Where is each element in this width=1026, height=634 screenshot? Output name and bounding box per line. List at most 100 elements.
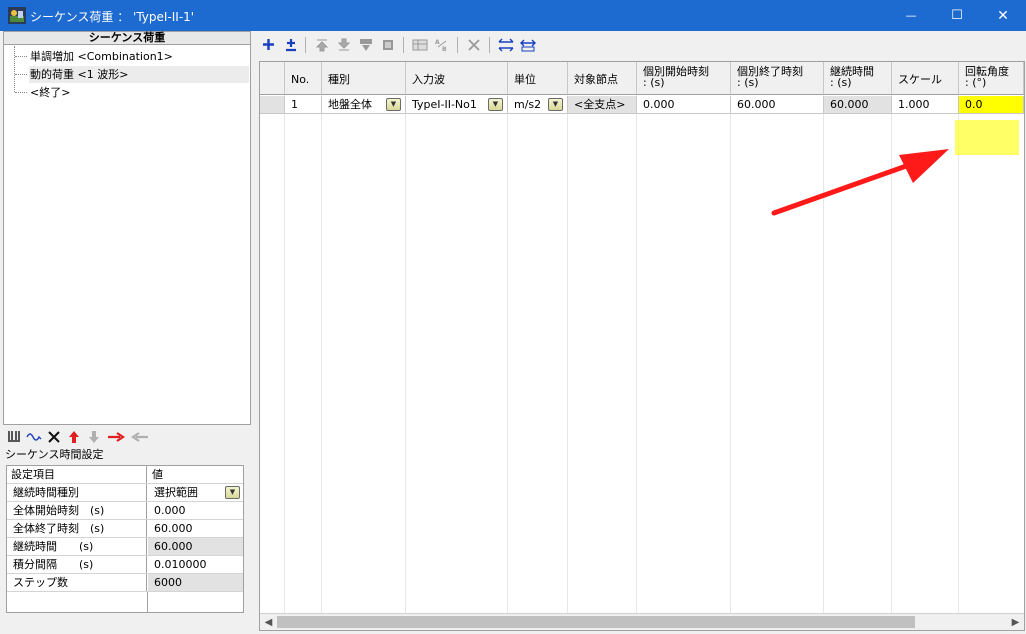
cell-type: 地盤全体	[328, 98, 372, 111]
grid-line	[636, 95, 637, 613]
table-icon[interactable]	[410, 35, 429, 54]
copy-icon[interactable]	[378, 35, 397, 54]
duration-type-select[interactable]: 選択範囲 ▼	[148, 484, 243, 501]
panel-splitter[interactable]	[252, 31, 257, 631]
col-header-end[interactable]: 個別終了時刻 : (s)	[731, 62, 824, 95]
close-button[interactable]: ✕	[980, 0, 1026, 31]
prop-key: 全体開始時刻 (s)	[7, 502, 147, 519]
grid-line	[507, 95, 508, 613]
grid-line	[321, 95, 322, 613]
window-title: シーケンス荷重 ： 'TypeI-II-1'	[30, 10, 195, 24]
sort-icon[interactable]: AB	[432, 35, 451, 54]
maximize-button[interactable]: ☐	[934, 0, 980, 31]
cell-scale[interactable]: 1.000	[892, 96, 959, 114]
tree-item-end[interactable]: <終了>	[30, 84, 70, 101]
cell-end-time[interactable]: 60.000	[731, 96, 824, 114]
scrollbar-thumb[interactable]	[277, 616, 915, 628]
annotation-arrow-icon	[771, 149, 949, 216]
col-header-scale[interactable]: スケール	[892, 62, 959, 95]
toolbar-separator	[305, 37, 306, 53]
duration-value: 60.000	[148, 538, 243, 555]
table-row: ステップ数 6000	[7, 574, 243, 592]
row-header-corner	[260, 62, 285, 95]
horizontal-scrollbar[interactable]: ◀ ▶	[260, 613, 1024, 630]
toolbar-separator	[489, 37, 490, 53]
grid-line	[567, 95, 568, 613]
cell-node[interactable]: <全支点>	[568, 96, 637, 114]
minimize-button[interactable]: —	[888, 0, 934, 31]
highlight-marker	[955, 120, 1019, 155]
insert-icon[interactable]	[281, 35, 300, 54]
grid-line	[284, 95, 285, 613]
svg-text:B: B	[442, 46, 447, 52]
delete-icon[interactable]	[464, 35, 483, 54]
cell-wave: TypeI-II-No1	[412, 98, 477, 111]
col-header-duration[interactable]: 継続時間 : (s)	[824, 62, 892, 95]
col-header-angle[interactable]: 回転角度 : (°)	[959, 62, 1024, 95]
toolbar-separator	[403, 37, 404, 53]
start-time-field[interactable]: 0.000	[148, 502, 243, 519]
table-row[interactable]: 全体終了時刻 (s) 60.000	[7, 520, 243, 538]
col-header-type[interactable]: 種別	[322, 62, 406, 95]
move-top-icon[interactable]	[312, 35, 331, 54]
scroll-right-icon[interactable]: ▶	[1007, 614, 1024, 631]
sequence-time-table: 設定項目 値 継続時間種別 選択範囲 ▼ 全体開始時刻 (s) 0.000 全体…	[6, 465, 244, 613]
move-right-icon[interactable]	[105, 428, 127, 445]
insert-down-icon[interactable]	[5, 428, 23, 445]
cell-unit: m/s2	[514, 98, 542, 111]
expand-horizontal-icon[interactable]	[496, 35, 515, 54]
sequence-tree: シーケンス荷重 単調増加 <Combination1> 動的荷重 <1 波形> …	[3, 31, 251, 425]
table-row[interactable]: 全体開始時刻 (s) 0.000	[7, 502, 243, 520]
fit-columns-icon[interactable]	[518, 35, 537, 54]
type-select[interactable]: 地盤全体 ▼	[322, 96, 406, 114]
cell-rotation-angle[interactable]: 0.0	[959, 96, 1024, 114]
dropdown-arrow-icon[interactable]: ▼	[488, 98, 503, 111]
move-bottom-icon[interactable]	[334, 35, 353, 54]
wave-icon[interactable]	[25, 428, 43, 445]
row-selector[interactable]	[260, 96, 285, 114]
dropdown-arrow-icon[interactable]: ▼	[548, 98, 563, 111]
delete-icon[interactable]	[45, 428, 63, 445]
fill-down-icon[interactable]	[356, 35, 375, 54]
tree-connector	[15, 92, 27, 93]
col-header-no[interactable]: No.	[285, 62, 322, 95]
col-header-wave[interactable]: 入力波	[406, 62, 508, 95]
maximize-icon: ☐	[951, 8, 963, 23]
header-key: 設定項目	[7, 466, 147, 483]
move-down-icon[interactable]	[85, 428, 103, 445]
unit-select[interactable]: m/s2 ▼	[508, 96, 568, 114]
tree-item-monotonic[interactable]: 単調増加 <Combination1>	[30, 48, 173, 65]
left-toolbar	[3, 428, 251, 446]
integration-interval-field[interactable]: 0.010000	[148, 556, 243, 573]
dropdown-arrow-icon[interactable]: ▼	[386, 98, 401, 111]
move-up-icon[interactable]	[65, 428, 83, 445]
col-header-node[interactable]: 対象節点	[568, 62, 637, 95]
close-icon: ✕	[997, 7, 1009, 24]
tree-item-dynamic[interactable]: 動的荷重 <1 波形>	[29, 66, 249, 83]
end-time-field[interactable]: 60.000	[148, 520, 243, 537]
move-left-icon[interactable]	[129, 428, 151, 445]
grid-toolbar: AB	[259, 35, 549, 55]
cell-no: 1	[285, 96, 322, 114]
toolbar-separator	[457, 37, 458, 53]
table-row[interactable]: 継続時間種別 選択範囲 ▼	[7, 484, 243, 502]
scroll-left-icon[interactable]: ◀	[260, 614, 277, 631]
prop-value: 選択範囲	[154, 486, 198, 499]
cell-start-time[interactable]: 0.000	[637, 96, 731, 114]
wave-select[interactable]: TypeI-II-No1 ▼	[406, 96, 508, 114]
minimize-icon: —	[905, 9, 917, 22]
prop-key: 継続時間 (s)	[7, 538, 147, 555]
app-icon	[8, 7, 26, 24]
col-header-start[interactable]: 個別開始時刻 : (s)	[637, 62, 731, 95]
add-icon[interactable]	[259, 35, 278, 54]
sequence-time-label: シーケンス時間設定	[5, 448, 104, 461]
col-header-unit[interactable]: 単位	[508, 62, 568, 95]
column-divider	[147, 592, 148, 612]
table-row[interactable]: 積分間隔 (s) 0.010000	[7, 556, 243, 574]
table-header-row: 設定項目 値	[7, 466, 243, 484]
svg-text:A: A	[435, 39, 440, 46]
prop-key: ステップ数	[7, 574, 147, 591]
table-row: 継続時間 (s) 60.000	[7, 538, 243, 556]
left-panel: シーケンス荷重 単調増加 <Combination1> 動的荷重 <1 波形> …	[1, 31, 251, 631]
dropdown-arrow-icon[interactable]: ▼	[225, 486, 240, 499]
